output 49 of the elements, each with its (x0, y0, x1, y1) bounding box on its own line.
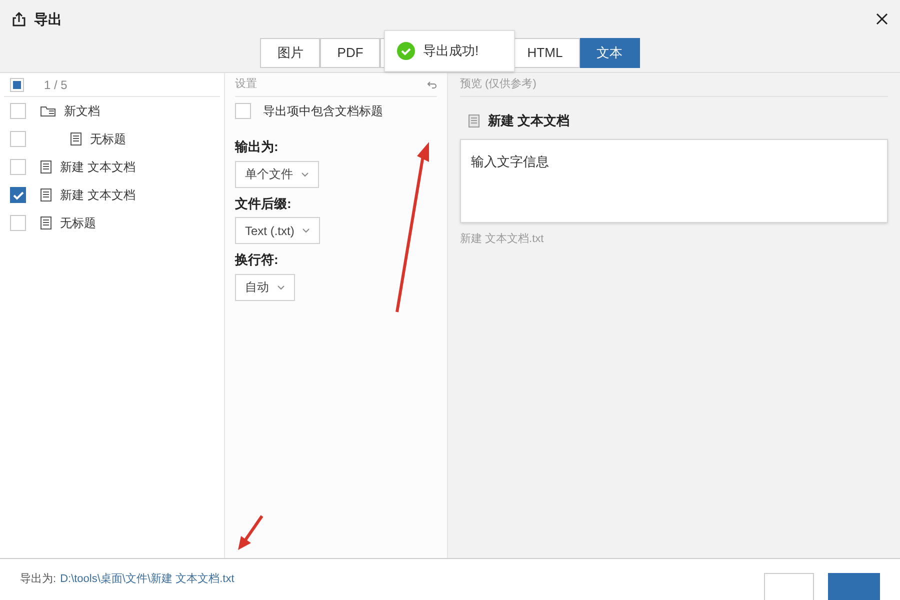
chevron-down-icon (301, 172, 309, 176)
tree-item-label[interactable]: 无标题 (90, 130, 126, 148)
dropdown[interactable]: 单个文件 (235, 160, 319, 188)
selection-count: 1 / 5 (44, 76, 68, 94)
field-label: 输出为: (235, 138, 278, 156)
tree-item-label[interactable]: 新建 文本文档 (60, 158, 136, 176)
preview-filename: 新建 文本文档.txt (460, 232, 545, 247)
close-icon[interactable] (876, 13, 888, 25)
select-all-checkbox[interactable] (10, 78, 24, 92)
format-tab[interactable]: 文本 (580, 38, 640, 68)
annotation-arrow (236, 514, 264, 552)
checkbox[interactable] (10, 159, 26, 175)
checkmark-icon (12, 190, 24, 200)
chevron-down-icon (302, 228, 310, 233)
export-path[interactable]: D:\tools\桌面\文件\新建 文本文档.txt (60, 571, 234, 588)
primary-button[interactable] (828, 572, 880, 600)
document-icon (40, 188, 52, 202)
format-tab[interactable]: 图片 (260, 38, 320, 68)
checkbox[interactable] (10, 131, 26, 147)
settings-heading: 设置 (235, 77, 257, 92)
dropdown[interactable]: 自动 (235, 274, 295, 300)
field-label: 换行符: (235, 251, 278, 269)
document-icon (70, 132, 82, 146)
folder-icon (40, 105, 56, 117)
document-icon (468, 114, 480, 128)
checkbox[interactable] (235, 103, 251, 119)
secondary-button[interactable] (764, 572, 814, 600)
share-icon (12, 12, 26, 26)
preview-content: 输入文字信息 (460, 139, 888, 223)
preview-doc-title: 新建 文本文档 (488, 112, 570, 130)
window-title: 导出 (34, 10, 62, 28)
document-icon (40, 216, 52, 230)
field-label: 文件后缀: (235, 194, 292, 212)
reset-icon[interactable] (427, 80, 437, 88)
dropdown[interactable]: Text (.txt) (235, 217, 320, 244)
check-circle-icon (397, 42, 415, 60)
tree-item-label[interactable]: 无标题 (60, 214, 96, 232)
toast-message: 导出成功! (423, 42, 479, 60)
chevron-down-icon (277, 284, 285, 290)
checkbox[interactable] (10, 187, 26, 203)
document-icon (40, 160, 52, 174)
tree-item-label[interactable]: 新文档 (64, 102, 100, 120)
export-path-label: 导出为: (20, 572, 56, 588)
checkbox[interactable] (10, 103, 26, 119)
checkbox[interactable] (10, 215, 26, 231)
include-title-label: 导出项中包含文档标题 (263, 103, 383, 120)
format-tab[interactable]: PDF (320, 38, 380, 68)
preview-heading: 预览 (仅供参考) (460, 77, 536, 92)
tree-item-label[interactable]: 新建 文本文档 (60, 186, 136, 204)
